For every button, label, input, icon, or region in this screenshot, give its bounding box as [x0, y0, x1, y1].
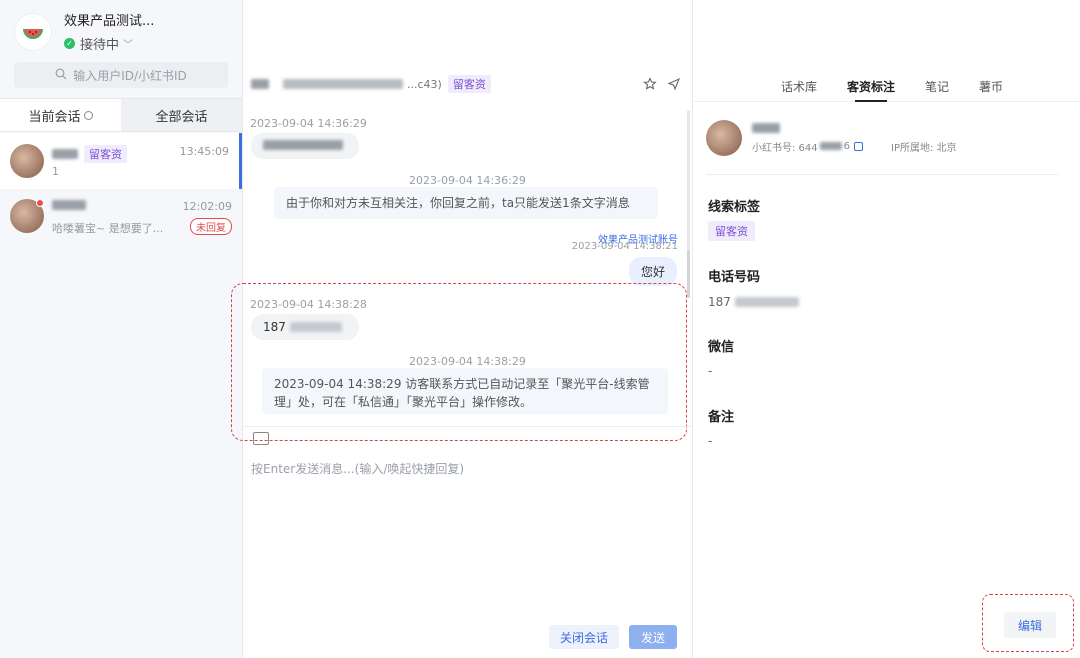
customer-info-panel: 话术库 客资标注 笔记 薯币 小红书号: 644 6 IP所属地: 北京 线索标…	[694, 0, 1080, 658]
search-icon	[55, 68, 67, 83]
system-message: 由于你和对方未互相关注，你回复之前，ta只能发送1条文字消息	[274, 187, 658, 219]
ip-location: IP所属地: 北京	[891, 142, 957, 154]
chat-scrollbar[interactable]	[687, 110, 690, 298]
tab-label: 当前会话	[28, 109, 81, 125]
tab-notes[interactable]: 笔记	[925, 72, 949, 101]
divider	[706, 174, 1058, 175]
conversation-item[interactable]: 留客资 1 13:45:09	[0, 133, 242, 189]
user-id-suffix: ...c43)	[407, 77, 442, 91]
shop-name: 效果产品测试...	[64, 14, 155, 29]
message-input[interactable]: 按Enter发送消息...(输入/唤起快捷回复)	[251, 460, 464, 477]
phone-prefix: 187	[263, 320, 286, 334]
message-timestamp: 2023-09-04 14:38:29	[409, 355, 526, 368]
redacted-name	[251, 79, 269, 89]
right-panel-tabs: 话术库 客资标注 笔记 薯币	[694, 72, 1080, 102]
message-timestamp: 2023-09-04 14:36:29	[250, 117, 367, 130]
phone-prefix: 187	[708, 295, 731, 309]
edit-button[interactable]: 编辑	[1004, 612, 1056, 638]
refresh-ring-icon	[83, 110, 93, 120]
system-message: 2023-09-04 14:38:29 访客联系方式已自动记录至「聚光平台-线索…	[262, 368, 668, 414]
lead-tag-badge: 留客资	[84, 145, 127, 163]
tab-current-sessions[interactable]: 当前会话	[0, 99, 121, 131]
note-label: 备注	[708, 410, 735, 425]
wechat-value: -	[708, 364, 713, 378]
xhs-id-suffix: 6	[843, 140, 851, 152]
copy-icon[interactable]	[854, 141, 864, 151]
my-message-bubble: 您好	[629, 257, 678, 286]
star-icon[interactable]	[643, 77, 657, 95]
tab-coins[interactable]: 薯币	[979, 72, 1003, 101]
message-bubble-redacted	[251, 133, 359, 159]
phone-value: 187	[708, 295, 799, 309]
status-selector[interactable]: ✓ 接待中 ﹀	[64, 34, 154, 53]
unread-dot	[36, 199, 44, 207]
conversation-time: 13:45:09	[179, 145, 229, 158]
close-session-button[interactable]: 关闭会话	[549, 625, 619, 649]
message-timestamp: 2023-09-04 14:38:21	[571, 241, 678, 252]
xhs-id-label: 小红书号: 644	[752, 142, 818, 154]
chat-header: ...c43) 留客资	[243, 64, 693, 104]
search-placeholder: 输入用户ID/小红书ID	[73, 68, 187, 83]
redacted-name	[52, 149, 78, 159]
tab-label: 全部会话	[155, 109, 208, 125]
chat-panel: ...c43) 留客资 2023-09-04 14:36:29 2023-09-…	[231, 0, 693, 658]
conversation-sidebar: 效果产品测试... ✓ 接待中 ﹀ 输入用户ID/小红书ID 当前会话 全部会话	[0, 0, 243, 658]
send-button[interactable]: 发送	[629, 625, 677, 649]
avatar	[706, 120, 742, 156]
search-input[interactable]: 输入用户ID/小红书ID	[14, 62, 228, 88]
tab-scripts[interactable]: 话术库	[781, 72, 817, 101]
watermelon-logo-icon	[14, 12, 52, 51]
lead-tag-badge: 留客资	[447, 75, 491, 93]
conversation-item[interactable]: 哈喽薯宝~ 是想要了... 12:02:09 未回复	[0, 188, 242, 244]
conversation-preview: 哈喽薯宝~ 是想要了...	[52, 222, 164, 235]
online-check-icon: ✓	[64, 38, 75, 49]
conversation-time: 12:02:09	[182, 200, 232, 213]
avatar	[10, 199, 44, 233]
app-window: 效果产品测试... ✓ 接待中 ﹀ 输入用户ID/小红书ID 当前会话 全部会话	[0, 0, 1080, 658]
avatar	[10, 144, 44, 178]
image-upload-icon[interactable]	[253, 432, 269, 445]
redacted-text	[734, 297, 799, 307]
tab-all-sessions[interactable]: 全部会话	[121, 99, 242, 131]
chevron-down-icon: ﹀	[123, 40, 134, 51]
message-bubble: 187	[251, 314, 359, 340]
redacted-id	[819, 142, 842, 150]
share-icon[interactable]	[667, 77, 681, 95]
divider	[243, 426, 693, 427]
phone-label: 电话号码	[708, 270, 761, 285]
conversation-preview: 1	[52, 165, 59, 178]
lead-tag-label: 线索标签	[708, 200, 761, 215]
conversation-tabs: 当前会话 全部会话	[0, 98, 242, 132]
redacted-name	[52, 200, 86, 210]
redacted-name	[752, 122, 780, 133]
redacted-text	[263, 140, 343, 150]
unreplied-badge: 未回复	[190, 218, 232, 235]
redacted-text	[289, 322, 342, 332]
status-label: 接待中	[80, 38, 120, 53]
lead-tag-value: 留客资	[708, 221, 755, 241]
note-value: -	[708, 434, 713, 448]
wechat-label: 微信	[708, 340, 735, 355]
tab-lead-annotation[interactable]: 客资标注	[847, 72, 895, 102]
customer-profile: 小红书号: 644 6 IP所属地: 北京	[706, 120, 957, 156]
scrollbar-thumb[interactable]	[687, 250, 690, 298]
redacted-id	[283, 79, 403, 89]
message-timestamp: 2023-09-04 14:38:28	[250, 298, 367, 311]
shop-profile[interactable]: 效果产品测试... ✓ 接待中 ﹀	[14, 10, 154, 53]
message-timestamp: 2023-09-04 14:36:29	[409, 174, 526, 187]
